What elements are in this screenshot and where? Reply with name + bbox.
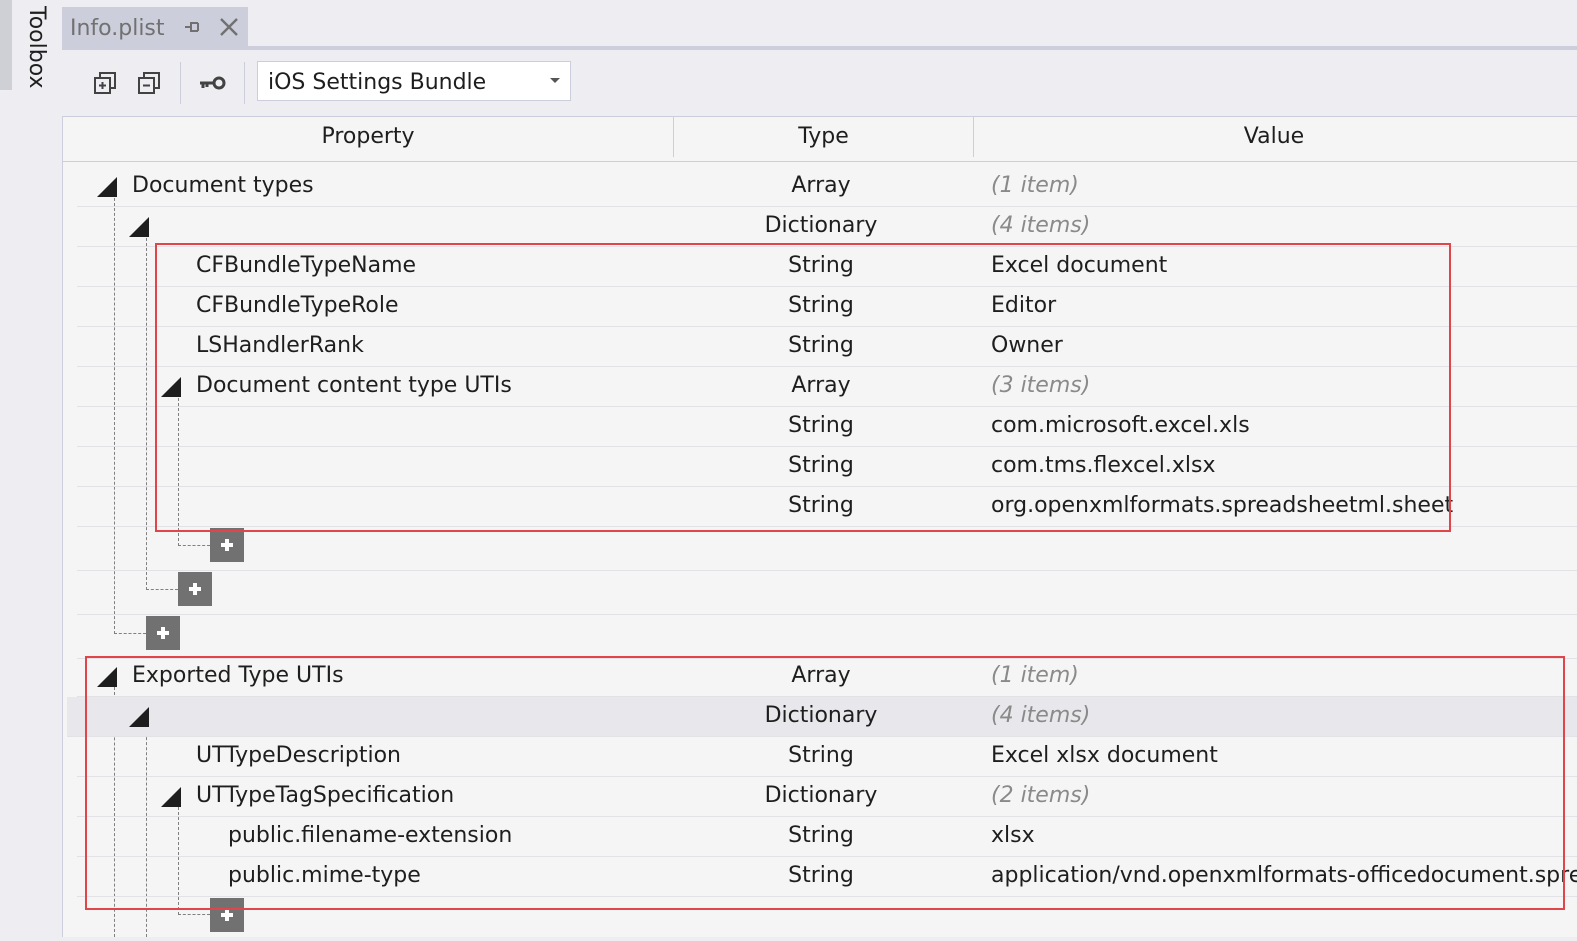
tab-title: Info.plist [70,16,165,41]
table-row-add [77,615,1577,659]
add-item-button[interactable] [210,528,244,562]
tab-info-plist[interactable]: Info.plist [62,7,248,47]
key-icon[interactable] [198,70,228,96]
pin-icon[interactable] [182,17,202,37]
toolbar-separator [244,62,245,104]
toolbox-label[interactable]: Toolbox [15,6,49,89]
column-header-property[interactable]: Property [63,117,673,161]
expand-triangle-icon[interactable] [129,217,149,237]
grid-header: Property Type Value [63,117,1577,162]
column-header-value[interactable]: Value [974,117,1574,161]
add-item-button[interactable] [146,616,180,650]
chevron-down-icon[interactable] [550,78,560,83]
collapse-all-icon[interactable] [136,70,162,96]
table-row[interactable]: Dictionary (4 items) [77,207,1577,247]
property-value: (1 item) [991,173,1079,198]
expand-all-icon[interactable] [92,70,118,96]
highlight-box [155,243,1451,532]
toolbar-separator [180,62,181,104]
table-row-add [77,571,1577,615]
highlight-box [85,656,1565,910]
property-value: (4 items) [991,213,1091,238]
property-name: Document types [132,173,314,198]
scheme-select-value: iOS Settings Bundle [268,70,487,95]
table-row-add [77,527,1577,571]
toolbar: iOS Settings Bundle [62,50,1577,114]
table-row[interactable]: Document types Array (1 item) [77,167,1577,207]
expand-triangle-icon[interactable] [97,177,117,197]
close-icon[interactable] [218,16,240,38]
add-item-button[interactable] [178,572,212,606]
toolbox-strip[interactable] [0,0,12,90]
scheme-select[interactable]: iOS Settings Bundle [257,61,571,101]
column-header-type[interactable]: Type [674,117,973,161]
